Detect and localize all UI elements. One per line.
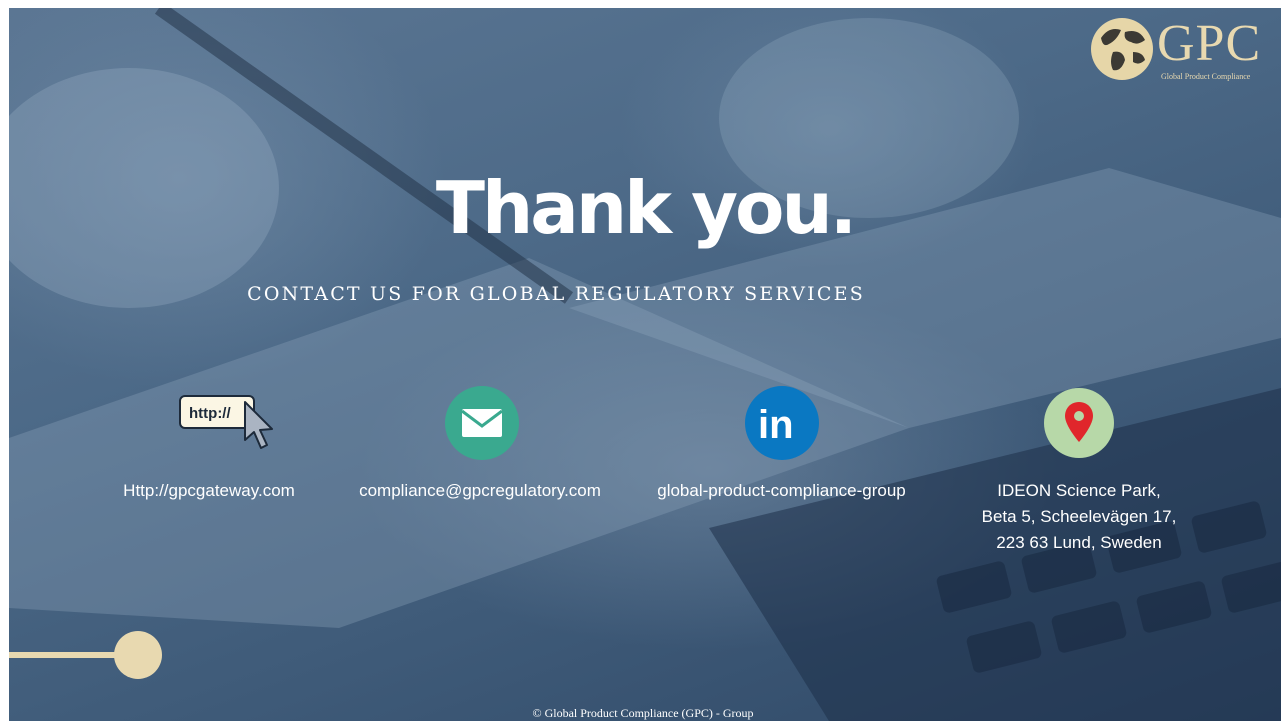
page-subtitle: CONTACT US FOR GLOBAL REGULATORY SERVICE… (9, 283, 1281, 305)
address-line-1: IDEON Science Park, (997, 481, 1161, 500)
linkedin-icon[interactable]: in (745, 386, 819, 460)
page-title: Thank you. (435, 166, 857, 250)
linkedin-badge-text: in (758, 403, 794, 447)
subtitle-text: CONTACT US FOR GLOBAL REGULATORY SERVICE… (247, 283, 865, 305)
gpc-logo: GPC Global Product Compliance (1091, 14, 1271, 84)
website-link[interactable]: Http://gpcgateway.com (109, 478, 309, 504)
footer: © Global Product Compliance (GPC) - Grou… (9, 706, 1281, 721)
globe-icon (1091, 18, 1153, 80)
linkedin-link[interactable]: global-product-compliance-group (629, 478, 934, 504)
logo-subtitle: Global Product Compliance (1161, 72, 1251, 81)
footer-text: © Global Product Compliance (GPC) - Grou… (532, 706, 754, 720)
website-text[interactable]: Http://gpcgateway.com (123, 481, 295, 500)
thank-you-slide: GPC Global Product Compliance Thank you.… (9, 8, 1281, 721)
address-line-3: 223 63 Lund, Sweden (996, 533, 1162, 552)
map-pin-icon (1044, 388, 1114, 458)
linkedin-text[interactable]: global-product-compliance-group (657, 481, 906, 500)
http-badge-text: http:// (189, 405, 231, 422)
address-line-2: Beta 5, Scheelevägen 17, (981, 507, 1177, 526)
email-text[interactable]: compliance@gpcregulatory.com (359, 481, 601, 500)
http-cursor-icon: http:// (179, 394, 279, 454)
background-photo (9, 8, 1281, 721)
envelope-icon (445, 386, 519, 460)
address-block: IDEON Science Park, Beta 5, Scheelevägen… (949, 478, 1209, 556)
email-link[interactable]: compliance@gpcregulatory.com (325, 478, 635, 504)
logo-text: GPC (1157, 15, 1262, 72)
accent-bar (9, 652, 124, 658)
accent-dot (114, 631, 162, 679)
